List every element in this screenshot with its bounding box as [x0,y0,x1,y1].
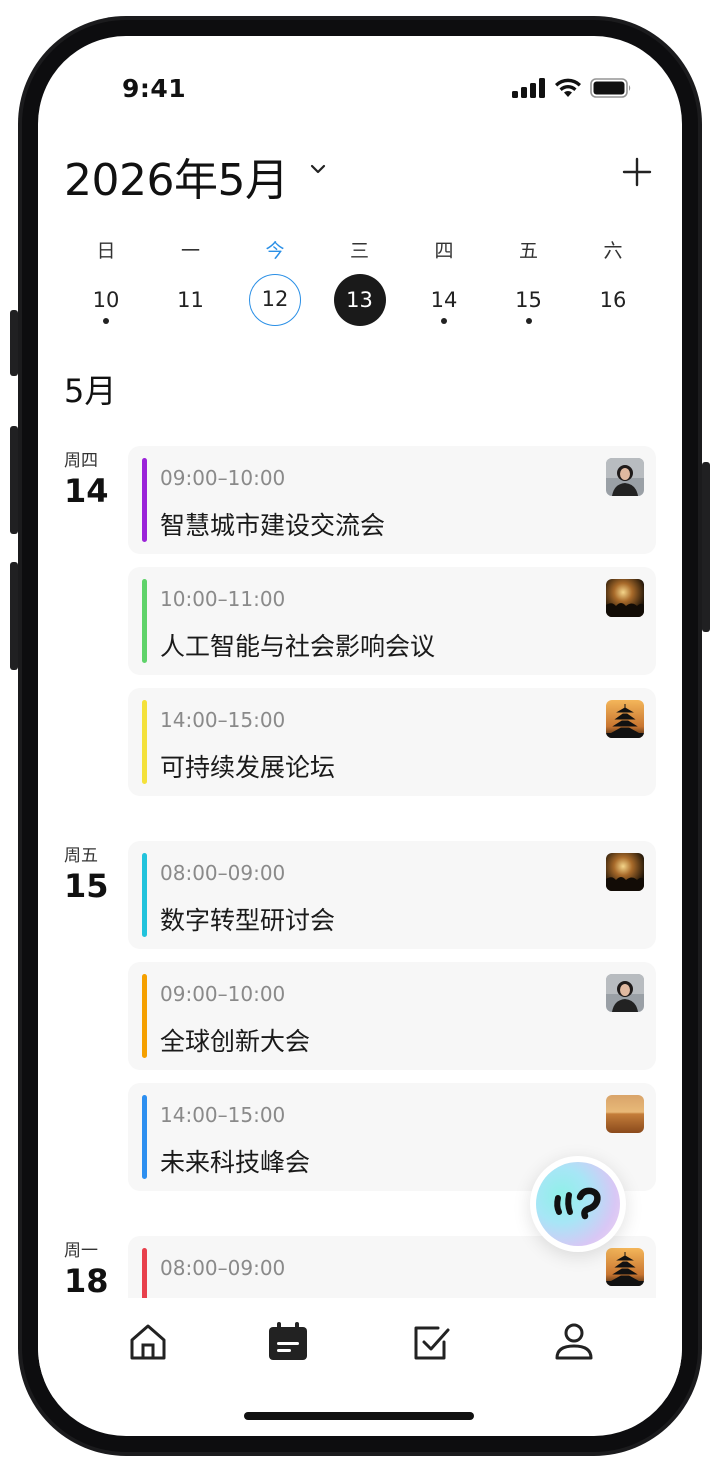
event-thumbnail [606,579,644,617]
event-time: 14:00–15:00 [160,708,286,732]
chevron-down-icon[interactable] [308,162,328,176]
event-title: 数字转型研讨会 [160,906,336,935]
weekday-label: 三 [349,240,369,262]
event-title: 智慧城市建设交流会 [160,511,386,540]
battery-icon [590,78,631,98]
event-title: 全球创新大会 [160,1027,311,1056]
power-button [702,462,710,632]
event-time: 09:00–10:00 [160,982,286,1006]
home-indicator [244,1412,474,1420]
weekday-label: 六 [603,240,623,262]
event-color-bar [142,1095,147,1179]
day-number: 14 [64,472,109,510]
day-weekday-label: 周一 [64,1241,98,1261]
ai-orb [536,1162,620,1246]
event-time: 10:00–11:00 [160,587,286,611]
event-color-bar [142,700,147,784]
wifi-icon [555,78,581,97]
screen: 9:41 2026年5月 日 10 一 11 今 12 三 13 四 14 五 … [38,36,682,1436]
tab-bar [38,1298,682,1398]
event-color-bar [142,974,147,1058]
day-number: 18 [64,1262,109,1298]
week-strip: 日 10 一 11 今 12 三 13 四 14 五 15 六 16 [64,230,656,330]
event-list[interactable]: 9:41 2026年5月 日 10 一 11 今 12 三 13 四 14 五 … [38,36,682,1298]
event-time: 14:00–15:00 [160,1103,286,1127]
event-card[interactable]: 14:00–15:00 可持续发展论坛 [128,688,656,796]
event-card[interactable]: 10:00–11:00 人工智能与社会影响会议 [128,567,656,675]
add-event-button[interactable] [619,154,655,190]
event-color-bar [142,579,147,663]
event-title: 人工智能与社会影响会议 [160,632,436,661]
weekday-label: 日 [96,240,116,262]
event-thumbnail [606,1095,644,1133]
status-icons [512,78,632,98]
silent-switch [10,310,18,376]
section-month-heading: 5月 [64,372,117,410]
tab-profile[interactable] [550,1318,598,1366]
tab-home[interactable] [124,1318,172,1366]
tab-tasks[interactable] [408,1318,456,1366]
weekday-label: 一 [180,240,200,262]
weekday-label: 五 [518,240,538,262]
day-weekday-label: 周五 [64,846,98,866]
event-indicator-dot [103,318,109,324]
event-card[interactable]: 09:00–10:00 全球创新大会 [128,962,656,1070]
event-color-bar [142,1248,147,1298]
event-thumbnail [606,458,644,496]
volume-down-button [10,562,18,670]
event-thumbnail [606,1248,644,1286]
status-time: 9:41 [122,74,187,103]
event-indicator-dot [525,318,532,324]
event-card[interactable]: 08:00–09:00 数字转型研讨会 [128,841,656,949]
ai-assistant-button[interactable] [530,1156,626,1252]
event-time: 08:00–09:00 [160,861,286,885]
event-title: 未来科技峰会 [160,1148,311,1177]
tab-calendar[interactable] [264,1318,312,1366]
event-thumbnail [606,974,644,1012]
day-number: 15 [64,867,109,905]
event-card[interactable]: 09:00–10:00 智慧城市建设交流会 [128,446,656,554]
event-indicator-dot [441,318,447,324]
event-thumbnail [606,853,644,891]
day-weekday-label: 周四 [64,451,98,471]
date-13[interactable]: 13 [333,274,386,326]
date-12[interactable]: 12 [249,274,301,326]
volume-up-button [10,426,18,534]
date-16[interactable]: 16 [587,274,639,326]
event-title: 可持续发展论坛 [160,753,336,782]
weekday-label: 今 [265,240,285,262]
event-time: 08:00–09:00 [160,1256,286,1280]
event-thumbnail [606,700,644,738]
event-time: 09:00–10:00 [160,466,286,490]
event-color-bar [142,458,147,542]
month-title[interactable]: 2026年5月 [64,144,289,208]
ai-sparkle-icon [554,1187,601,1220]
event-color-bar [142,853,147,937]
date-11[interactable]: 11 [165,274,217,326]
weekday-label: 四 [434,240,454,262]
cellular-signal-icon [512,78,545,98]
